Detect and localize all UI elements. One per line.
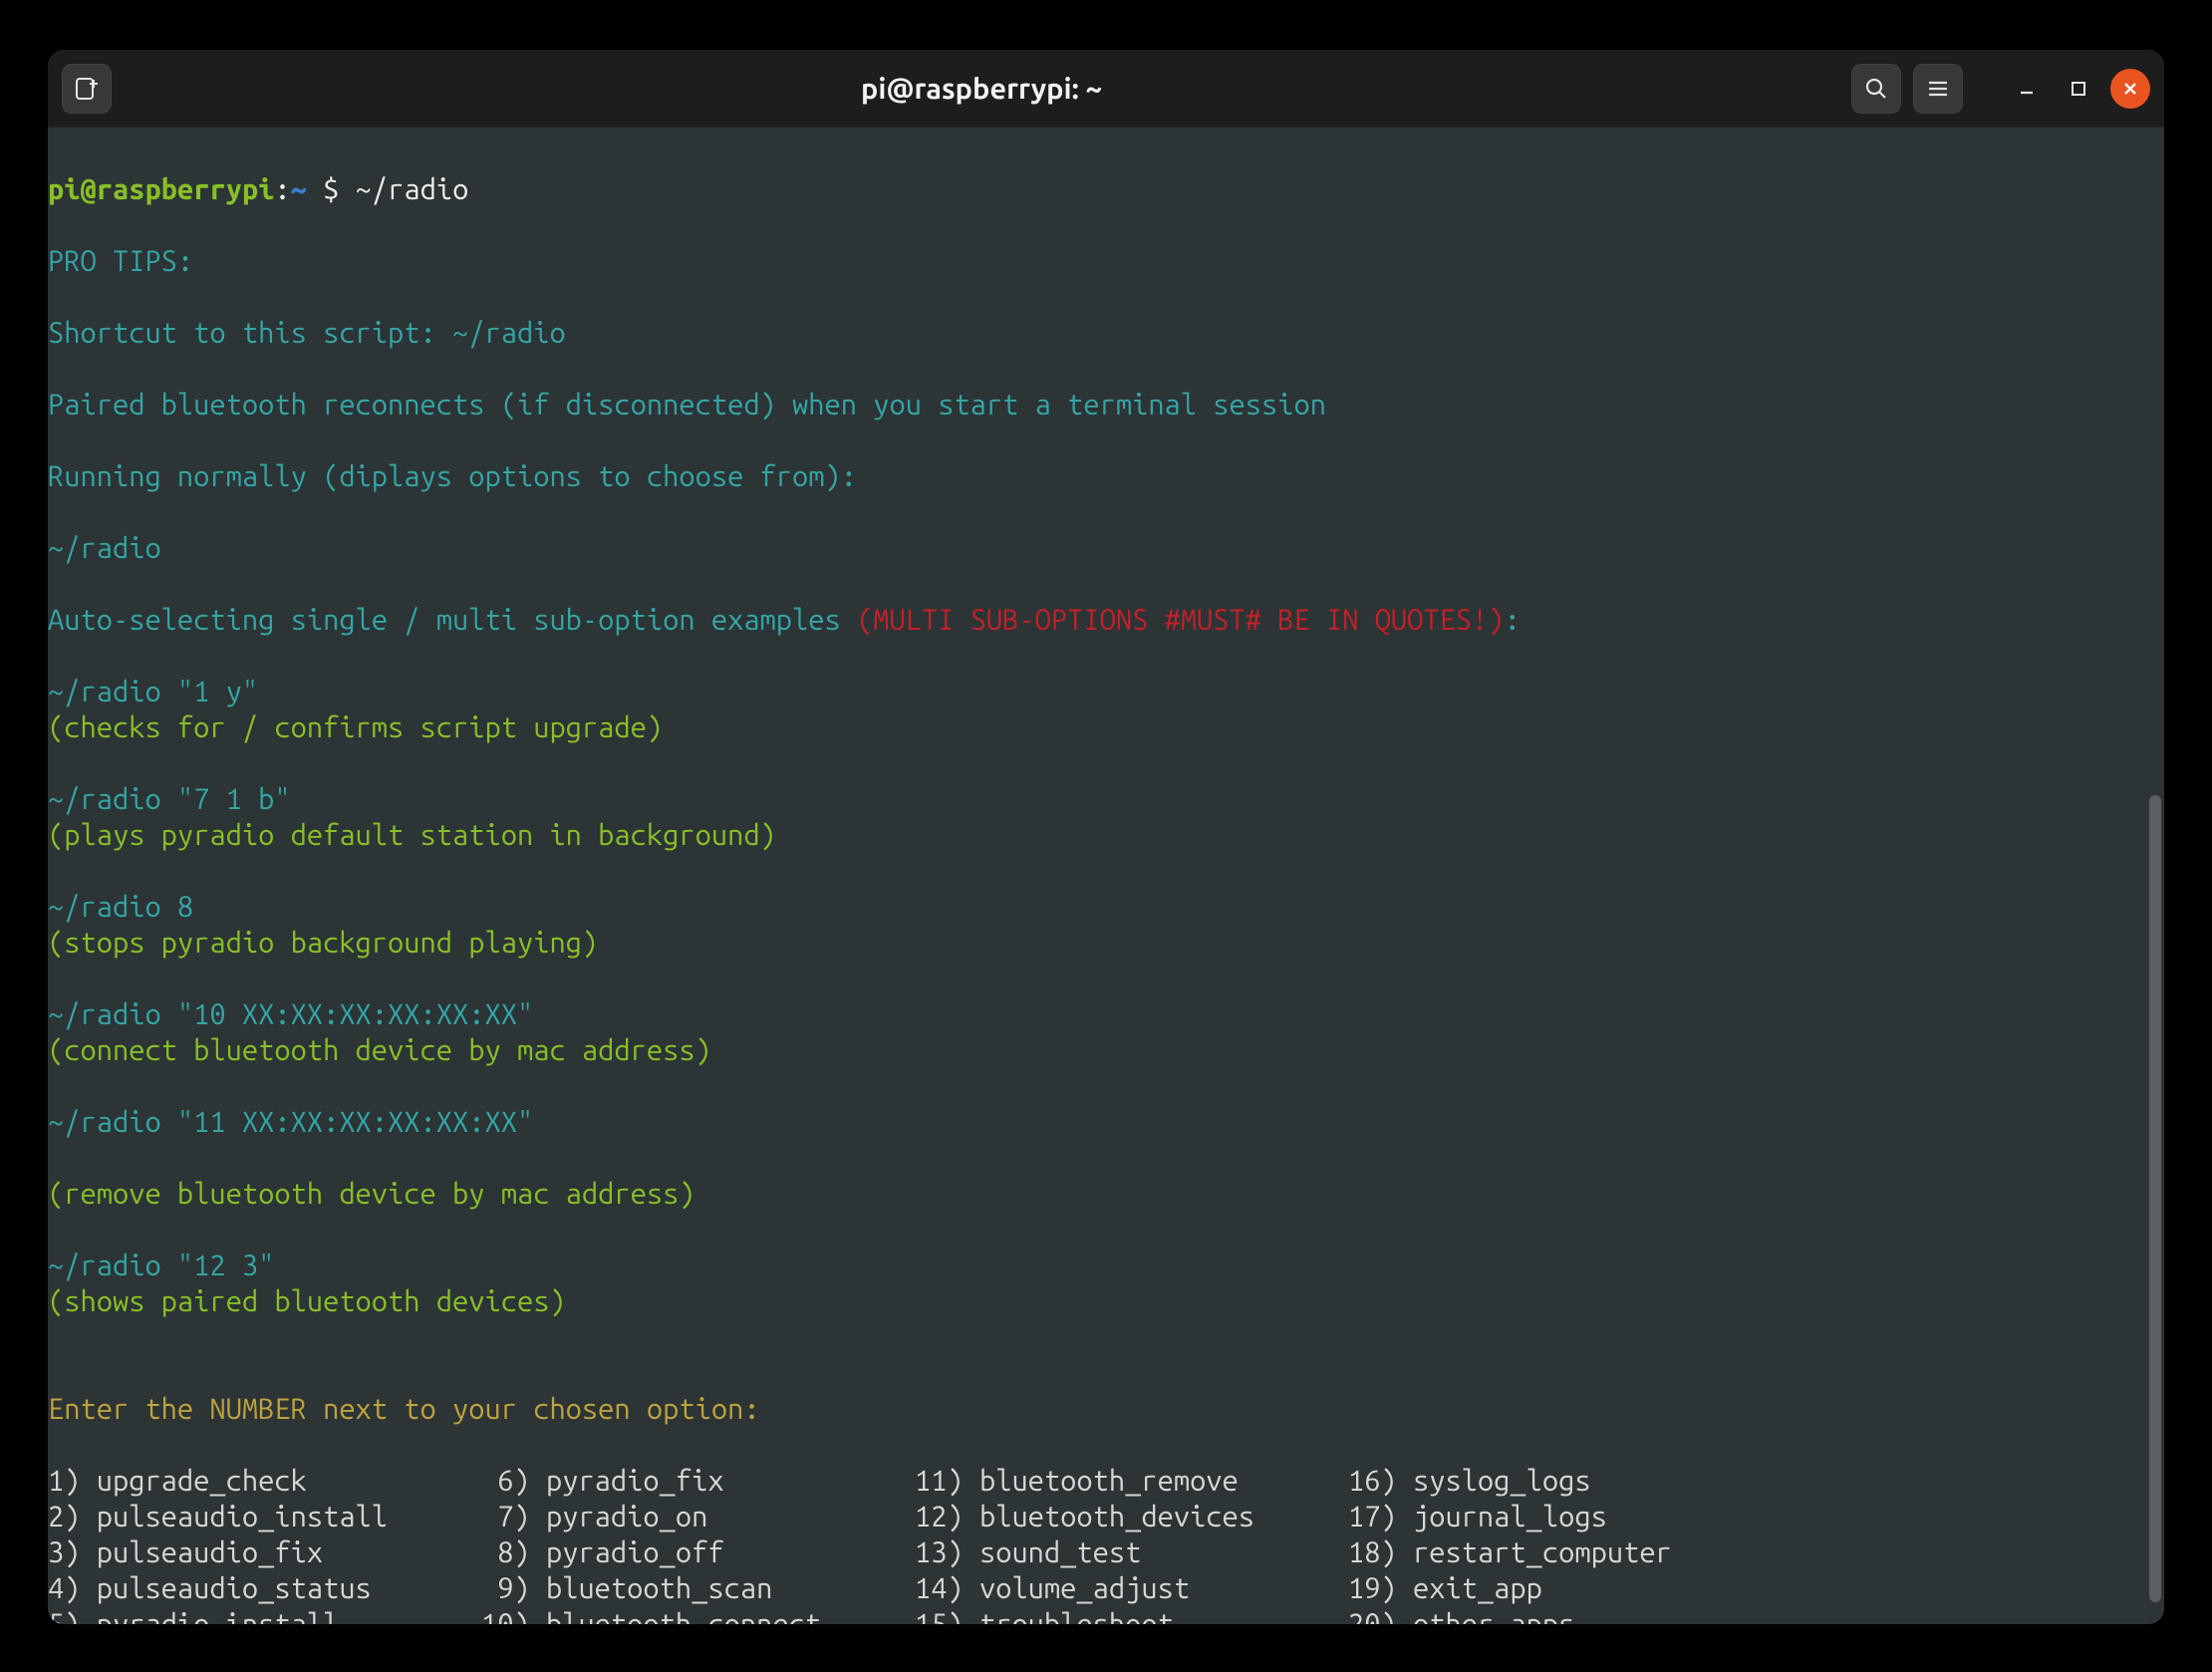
close-button[interactable]: [2110, 69, 2150, 109]
line-enter: Enter the NUMBER next to your chosen opt…: [48, 1393, 760, 1425]
option-18: 18) restart_computer: [1348, 1534, 2164, 1570]
terminal-content: pi@raspberrypi:~ $ ~/radio PRO TIPS: Sho…: [48, 128, 2164, 1624]
line-shortcut: Shortcut to this script: ~/radio: [48, 317, 566, 349]
menu-button[interactable]: [1913, 64, 1963, 114]
line-auto-prefix: Auto-selecting single / multi sub-option…: [48, 604, 857, 636]
close-icon: [2121, 80, 2139, 98]
line-ex4-cmd: ~/radio "10 XX:XX:XX:XX:XX:XX": [48, 998, 533, 1030]
option-3: 3) pulseaudio_fix: [48, 1534, 481, 1570]
line-ex2-note: (plays pyradio default station in backgr…: [48, 819, 776, 851]
window-title: pi@raspberrypi: ~: [112, 73, 1851, 105]
prompt-sep: :: [274, 173, 290, 205]
option-11: 11) bluetooth_remove: [915, 1463, 1348, 1499]
option-19: 19) exit_app: [1348, 1570, 2164, 1606]
line-ex5-note: (remove bluetooth device by mac address): [48, 1178, 695, 1210]
line-auto-warn: (MULTI SUB-OPTIONS #MUST# BE IN QUOTES!): [857, 604, 1505, 636]
line-ex6-cmd: ~/radio "12 3": [48, 1250, 274, 1281]
line-ex3-cmd: ~/radio 8: [48, 891, 193, 923]
minimize-button[interactable]: [2007, 69, 2047, 109]
maximize-icon: [2070, 80, 2087, 98]
new-tab-button[interactable]: [62, 64, 112, 114]
option-15: 15) troubleshoot: [915, 1606, 1348, 1624]
option-1: 1) upgrade_check: [48, 1463, 481, 1499]
line-paired: Paired bluetooth reconnects (if disconne…: [48, 389, 1326, 420]
minimize-icon: [2017, 79, 2037, 99]
options-grid: 1) upgrade_check 6) pyradio_fix11) bluet…: [48, 1463, 2164, 1624]
option-17: 17) journal_logs: [1348, 1499, 2164, 1534]
prompt-command: ~/radio: [356, 173, 469, 205]
option-7: 7) pyradio_on: [481, 1499, 915, 1534]
search-button[interactable]: [1851, 64, 1901, 114]
prompt-dollar: $: [323, 173, 339, 205]
scrollbar[interactable]: [2146, 128, 2162, 1622]
line-ex4-note: (connect bluetooth device by mac address…: [48, 1034, 711, 1066]
line-auto-suffix: :: [1505, 604, 1521, 636]
option-14: 14) volume_adjust: [915, 1570, 1348, 1606]
line-ex3-note: (stops pyradio background playing): [48, 927, 598, 959]
option-10: 10) bluetooth_connect: [481, 1606, 915, 1624]
option-16: 16) syslog_logs: [1348, 1463, 2164, 1499]
line-radio-plain: ~/radio: [48, 532, 161, 564]
search-icon: [1864, 77, 1888, 101]
terminal-window: pi@raspberrypi: ~: [48, 50, 2164, 1624]
line-ex6-note: (shows paired bluetooth devices): [48, 1285, 566, 1317]
line-ex1-note: (checks for / confirms script upgrade): [48, 711, 663, 743]
line-protips: PRO TIPS:: [48, 245, 193, 277]
option-4: 4) pulseaudio_status: [48, 1570, 481, 1606]
new-tab-icon: [74, 76, 100, 102]
line-ex2-cmd: ~/radio "7 1 b": [48, 783, 291, 815]
option-12: 12) bluetooth_devices: [915, 1499, 1348, 1534]
option-20: 20) other_apps: [1348, 1606, 2164, 1624]
option-6: 6) pyradio_fix: [481, 1463, 915, 1499]
line-ex1-cmd: ~/radio "1 y": [48, 676, 258, 707]
scrollbar-thumb[interactable]: [2149, 795, 2161, 1602]
option-2: 2) pulseaudio_install: [48, 1499, 481, 1534]
option-13: 13) sound_test: [915, 1534, 1348, 1570]
titlebar: pi@raspberrypi: ~: [48, 50, 2164, 128]
option-5: 5) pyradio_install: [48, 1606, 481, 1624]
prompt-path: ~: [291, 173, 307, 205]
option-9: 9) bluetooth_scan: [481, 1570, 915, 1606]
hamburger-icon: [1927, 78, 1949, 100]
terminal-body[interactable]: pi@raspberrypi:~ $ ~/radio PRO TIPS: Sho…: [48, 128, 2164, 1624]
prompt-userhost: pi@raspberrypi: [48, 173, 274, 205]
option-8: 8) pyradio_off: [481, 1534, 915, 1570]
maximize-button[interactable]: [2059, 69, 2098, 109]
line-ex5-cmd: ~/radio "11 XX:XX:XX:XX:XX:XX": [48, 1106, 533, 1138]
line-running: Running normally (diplays options to cho…: [48, 460, 857, 492]
